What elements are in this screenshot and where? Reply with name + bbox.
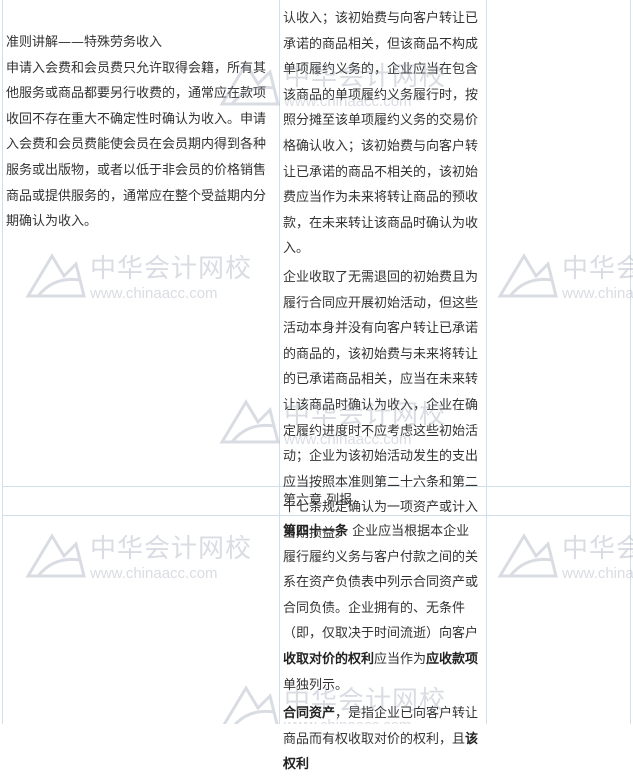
article-41-text-1: 企业应当根据本企业履行履约义务与客户付款之间的关系在资产负债表中列示合同资产或合… bbox=[283, 524, 479, 642]
watermark: 中华会计网校www.chinaacc.com bbox=[496, 528, 633, 588]
article-41-bold-2: 应收款项 bbox=[426, 651, 479, 667]
watermark-en: www.chinaacc.com bbox=[90, 285, 218, 302]
table-border-left bbox=[2, 0, 3, 724]
watermark-logo-icon bbox=[25, 253, 86, 298]
table-divider-1 bbox=[279, 0, 280, 724]
middle-top-cell: 认收入；该初始费与向客户转让已承诺的商品相关，但该商品不构成单项履约义务的，企业… bbox=[283, 6, 482, 546]
watermark-en: www.chinaacc.com bbox=[90, 565, 218, 582]
article-41-label: 第四十一条 bbox=[283, 524, 349, 539]
watermark-en: www.chinaacc.com bbox=[562, 565, 633, 582]
table-border-right bbox=[630, 0, 631, 724]
article-41-bold-1: 收取对价的权利 bbox=[283, 651, 375, 667]
article-41-text-2: 应当作为 bbox=[374, 651, 427, 667]
watermark-logo-icon bbox=[497, 533, 558, 578]
middle-para-1: 认收入；该初始费与向客户转让已承诺的商品相关，但该商品不构成单项履约义务的，企业… bbox=[283, 11, 479, 257]
watermark-cn: 中华会计网校 bbox=[562, 254, 633, 284]
watermark: 中华会计网校www.chinaacc.com bbox=[496, 248, 633, 308]
watermark-cn: 中华会计网校 bbox=[90, 254, 253, 284]
watermark-en: www.chinaacc.com bbox=[562, 285, 633, 302]
left-cell-title: 准则讲解——特殊劳务收入 bbox=[6, 35, 163, 50]
table-divider-2 bbox=[486, 0, 487, 724]
left-cell: 准则讲解——特殊劳务收入 申请入会费和会员费只允许取得会籍，所有其他服务或商品都… bbox=[6, 30, 274, 235]
watermark-logo-icon bbox=[25, 533, 86, 578]
watermark-logo-icon bbox=[222, 685, 279, 724]
watermark: 中华会计网校www.chinaacc.com bbox=[24, 528, 284, 588]
article-41-text-3: 单独列示。 bbox=[283, 677, 349, 693]
contract-assets-bold-1: 合同资产 bbox=[283, 706, 336, 722]
watermark-logo-icon bbox=[497, 253, 558, 298]
watermark-logo-icon bbox=[219, 399, 280, 444]
article-41: 第四十一条 企业应当根据本企业履行履约义务与客户付款之间的关系在资产负债表中列示… bbox=[283, 519, 482, 698]
watermark-cn: 中华会计网校 bbox=[562, 534, 633, 564]
left-cell-body: 申请入会费和会员费只允许取得会籍，所有其他服务或商品都要另行收费的，通常应在款项… bbox=[6, 60, 267, 230]
contract-assets-paragraph: 合同资产，是指企业已向客户转让商品而有权收取对价的权利，且该权利 bbox=[283, 701, 482, 778]
middle-bottom-cell: 第四十一条 企业应当根据本企业履行履约义务与客户付款之间的关系在资产负债表中列示… bbox=[283, 519, 482, 778]
watermark-cn: 中华会计网校 bbox=[90, 534, 253, 564]
watermark: 中华会计网校www.chinaacc.com bbox=[24, 248, 284, 308]
chapter-heading: 第六章 列报 bbox=[283, 493, 353, 508]
